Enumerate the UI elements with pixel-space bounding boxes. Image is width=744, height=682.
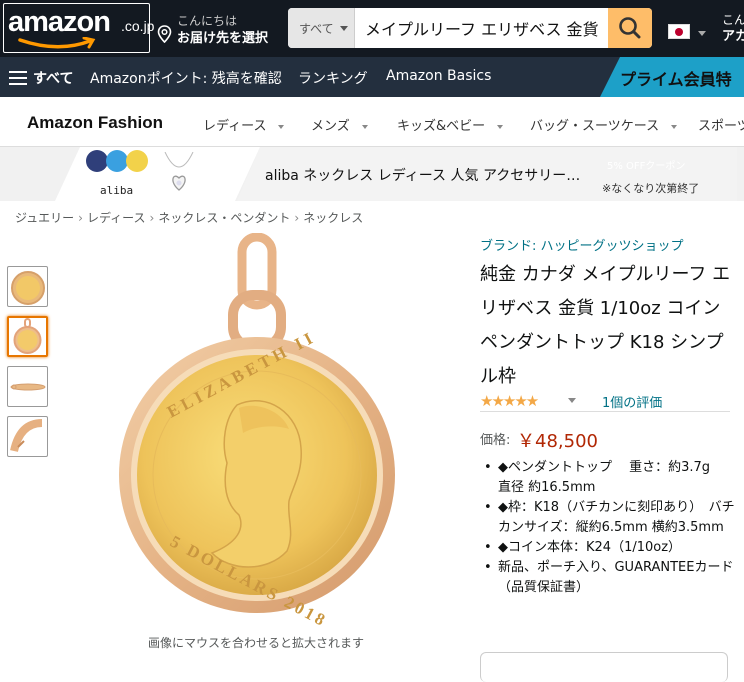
coin-thumbnail-image (11, 271, 45, 305)
thumbnail-4[interactable] (7, 416, 48, 457)
feature-bullet: ◆ペンダントトップ 重さ：約3.7g 直径 約16.5mm (484, 458, 736, 498)
search-button[interactable] (608, 8, 652, 48)
account-menu[interactable]: こん アカ (722, 12, 744, 45)
location-pin-icon (157, 25, 172, 43)
chevron-down-icon (671, 124, 678, 129)
all-menu-button[interactable]: すべて (9, 68, 73, 88)
pendant-thumbnail-image (13, 318, 42, 354)
nav-link-ranking[interactable]: ランキング (298, 68, 368, 88)
ad-note: ※なくなり次第終了 (602, 182, 700, 195)
fashion-subnav: Amazon Fashion レディース メンズ キッズ&ベビー バッグ・スーツ… (0, 97, 744, 147)
breadcrumb-item[interactable]: ネックレス (303, 211, 363, 225)
search-input[interactable] (356, 8, 608, 48)
ad-brand-logo: aliba (100, 184, 134, 197)
prime-label: プライム会員特 (620, 70, 732, 89)
chevron-down-icon (497, 124, 504, 129)
thumbnail-2[interactable] (7, 316, 48, 357)
product-main-image[interactable]: ELIZABETH II 5 DOLLARS 2018 (117, 233, 407, 628)
search-category-dropdown[interactable]: すべて (288, 8, 355, 48)
nav-link-basics[interactable]: Amazon Basics (386, 68, 491, 84)
feature-bullet: ◆枠：K18（バチカンに刻印あり） バチカンサイズ：縦約6.5mm 横約3.5m… (484, 498, 736, 538)
amazon-logo[interactable]: amazon .co.jp (3, 3, 154, 53)
rating-row: ★★★★★ 1個の評価 (480, 392, 730, 412)
subnav-item-ladies[interactable]: レディース (203, 115, 285, 134)
chevron-down-icon[interactable] (568, 398, 576, 403)
ad-coupon: 5% OFFクーポン (607, 161, 686, 172)
chevron-down-icon (361, 124, 368, 129)
feature-bullets: ◆ペンダントトップ 重さ：約3.7g 直径 約16.5mm ◆枠：K18（バチカ… (484, 458, 736, 598)
breadcrumb-item[interactable]: ジュエリー (15, 211, 74, 225)
buy-box (480, 652, 728, 682)
price-value: ￥48,500 (517, 431, 598, 452)
necklace-image (164, 152, 194, 191)
chevron-down-icon (340, 26, 348, 31)
account-greeting: こん (722, 13, 744, 27)
feature-bullet: 新品、ポーチ入り、GUARANTEEカード（品質保証書） (484, 558, 736, 598)
aliba-logo-mark (86, 150, 148, 172)
thumbnail-3[interactable] (7, 366, 48, 407)
bail-detail-thumbnail-image (10, 419, 43, 452)
brand-link[interactable]: ブランド: ハッピーグッツショップ (480, 235, 684, 254)
subnav-item-label: バッグ・スーツケース (530, 119, 660, 134)
star-rating[interactable]: ★★★★★ (480, 392, 539, 410)
breadcrumb-item[interactable]: ネックレス・ペンダント (158, 211, 290, 225)
price-label: 価格: (480, 433, 511, 448)
prime-banner[interactable]: プライム会員特 (600, 57, 744, 97)
all-menu-label: すべて (33, 71, 74, 87)
fashion-brand[interactable]: Amazon Fashion (27, 113, 163, 133)
product-title: 純金 カナダ メイプルリーフ エリザベス 金貨 1/10oz コイン ペンダント… (480, 264, 731, 387)
review-count-link[interactable]: 1個の評価 (602, 392, 662, 411)
hamburger-icon (9, 71, 27, 85)
top-header: amazon .co.jp こんにちは お届け先を選択 すべて こん アカ (0, 0, 744, 57)
logo-text: amazon (8, 6, 111, 38)
subnav-item-label: レディース (203, 119, 267, 134)
subnav-item-bags[interactable]: バッグ・スーツケース (530, 115, 678, 134)
breadcrumb-separator: › (78, 211, 83, 225)
side-view-thumbnail-image (10, 383, 46, 391)
subnav-item-mens[interactable]: メンズ (311, 115, 368, 134)
deliver-to[interactable]: こんにちは お届け先を選択 (157, 12, 279, 46)
subnav-item-label: メンズ (311, 119, 350, 134)
subnav-item-label: キッズ&ベビー (397, 119, 486, 134)
account-label: アカ (722, 29, 744, 44)
logo-suffix: .co.jp (121, 18, 155, 34)
japan-flag-icon[interactable] (668, 24, 690, 39)
feature-bullet: ◆コイン本体：K24（1/10oz） (484, 538, 736, 558)
subnav-item-sports[interactable]: スポーツ (698, 115, 744, 134)
deliver-label: お届け先を選択 (177, 31, 269, 46)
search-bar: すべて (288, 8, 652, 48)
thumbnail-1[interactable] (7, 266, 48, 307)
breadcrumb: ジュエリー › レディース › ネックレス・ペンダント › ネックレス (15, 209, 363, 226)
search-icon (619, 17, 641, 39)
chevron-down-icon (698, 31, 706, 36)
breadcrumb-item[interactable]: レディース (87, 211, 146, 225)
breadcrumb-separator: › (149, 211, 155, 225)
search-category-label: すべて (299, 22, 334, 36)
smile-icon (18, 37, 96, 49)
breadcrumb-separator: › (294, 211, 300, 225)
zoom-hint: 画像にマウスを合わせると拡大されます (148, 636, 365, 650)
chevron-down-icon (278, 124, 285, 129)
nav-link-points[interactable]: Amazonポイント: 残高を確認 (90, 68, 282, 88)
subnav-item-kids[interactable]: キッズ&ベビー (397, 115, 504, 134)
ad-headline[interactable]: aliba ネックレス レディース 人気 アクセサリー… (265, 165, 580, 185)
